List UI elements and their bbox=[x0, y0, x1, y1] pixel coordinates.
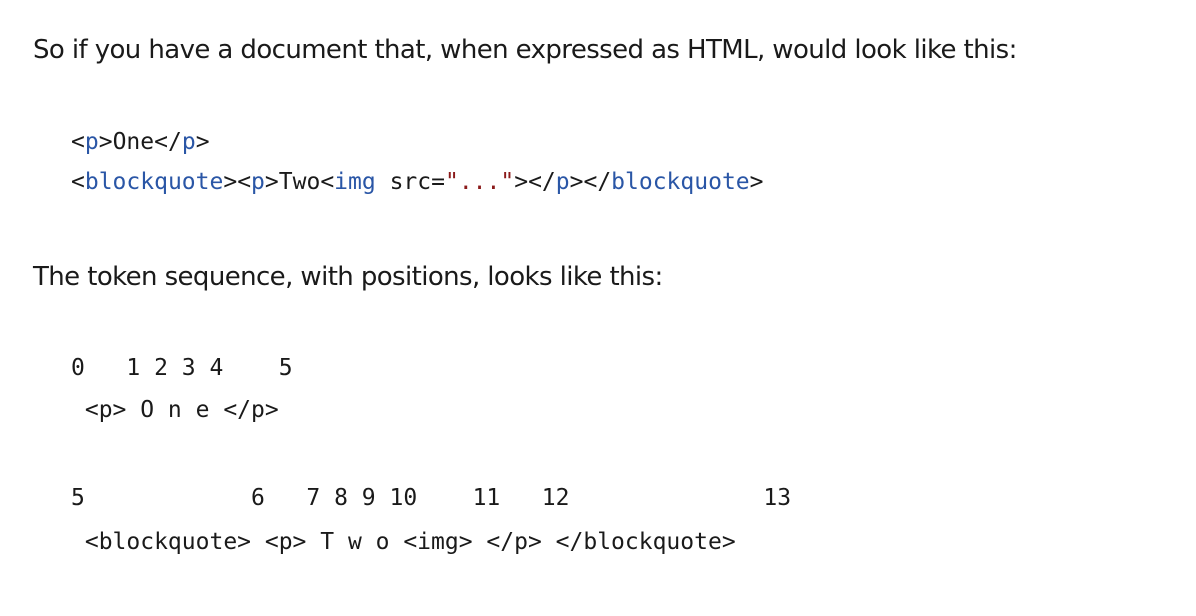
code-tag: p bbox=[251, 169, 265, 195]
code-text: One bbox=[112, 129, 155, 155]
token-sequence-row-2: <blockquote> <p> T w o <img> </p> </bloc… bbox=[71, 529, 736, 555]
code-tag: p bbox=[181, 129, 196, 155]
code-punct: < bbox=[71, 169, 85, 195]
code-text: Two bbox=[278, 169, 321, 195]
code-attr: src= bbox=[375, 169, 445, 195]
html-code-block: <p>One</p> <blockquote><p>Two<img src=".… bbox=[71, 122, 764, 202]
token-positions-row-1: 0 1 2 3 4 5 bbox=[71, 355, 293, 381]
code-punct: > bbox=[749, 169, 764, 195]
code-line-2: <blockquote><p>Two<img src="..."></p></b… bbox=[71, 169, 764, 195]
code-punct: > bbox=[98, 129, 113, 155]
code-tag: blockquote bbox=[611, 169, 750, 195]
code-tag: p bbox=[555, 169, 570, 195]
intro-paragraph: So if you have a document that, when exp… bbox=[33, 35, 1017, 65]
code-punct: </ bbox=[154, 129, 182, 155]
token-sequence-row-1: <p> O n e </p> bbox=[71, 397, 279, 423]
code-tag: p bbox=[84, 129, 99, 155]
code-line-1: <p>One</p> bbox=[71, 129, 210, 155]
code-punct: < bbox=[71, 129, 85, 155]
token-sequence-paragraph: The token sequence, with positions, look… bbox=[33, 262, 663, 292]
code-punct: > bbox=[195, 129, 210, 155]
code-punct: < bbox=[320, 169, 335, 195]
code-punct: ></ bbox=[569, 169, 612, 195]
code-string: "..." bbox=[444, 169, 515, 195]
token-positions-row-2: 5 6 7 8 9 10 11 12 13 bbox=[71, 485, 792, 511]
code-tag: img bbox=[334, 169, 376, 195]
code-tag: blockquote bbox=[84, 169, 224, 195]
code-punct: > bbox=[264, 169, 279, 195]
code-punct: ></ bbox=[514, 169, 556, 195]
code-punct: >< bbox=[223, 169, 252, 195]
